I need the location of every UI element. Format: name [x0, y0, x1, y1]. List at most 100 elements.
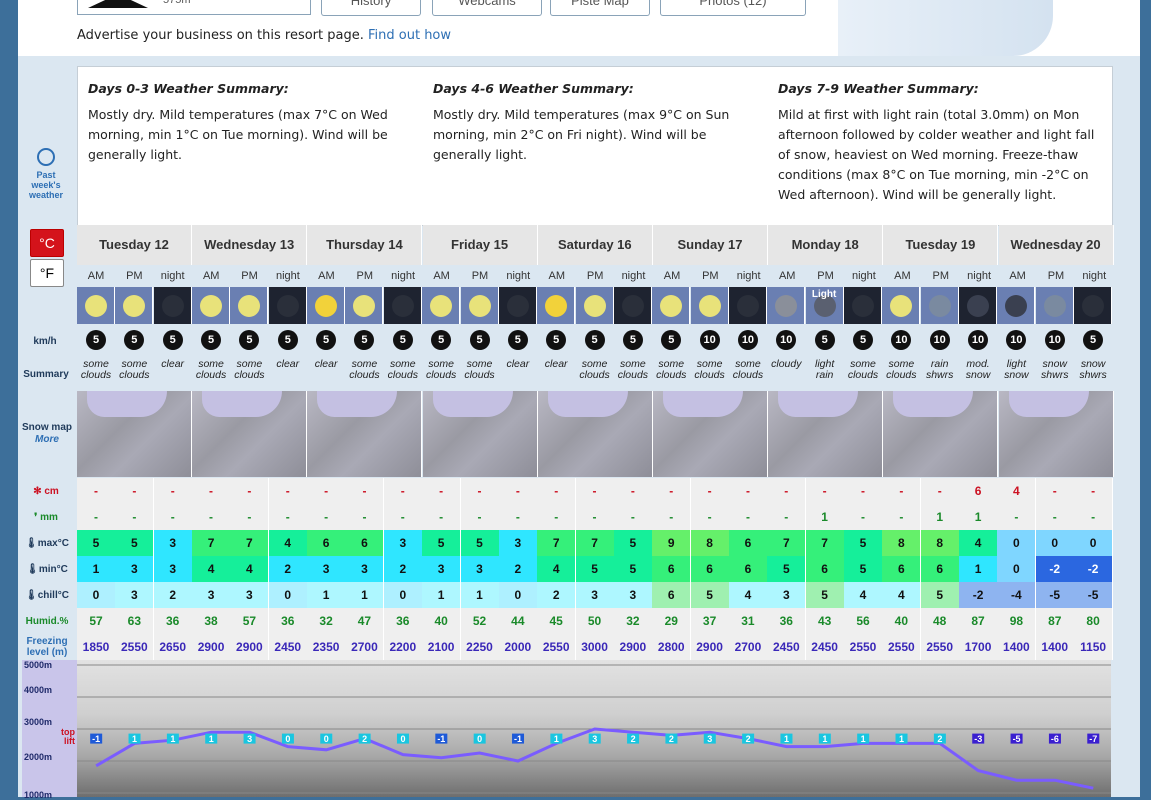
weather-summary: some clouds	[349, 358, 380, 381]
fahrenheit-toggle[interactable]: °F	[30, 259, 64, 287]
max-temp-value: 8	[882, 530, 922, 556]
snow-map-thumbnail[interactable]	[537, 391, 653, 477]
freezing-level-value: 2250	[460, 634, 500, 660]
summary-title: Days 0-3 Weather Summary:	[88, 81, 289, 96]
max-temp-value: 6	[307, 530, 347, 556]
altitude-box: 575m	[77, 0, 311, 15]
weather-summary: some clouds	[195, 358, 227, 381]
snow-map-label: Snow map	[21, 422, 72, 433]
wind-speed: 5	[162, 330, 183, 350]
sun-cloud-icon	[200, 295, 223, 317]
summary-days-7-9: Days 7-9 Weather Summary: Mild at first …	[778, 79, 1108, 205]
weather-summary-box: Days 0-3 Weather Summary: Mostly dry. Mi…	[77, 66, 1113, 226]
altitude-label: 575m	[163, 0, 191, 6]
clock-icon	[37, 148, 55, 166]
rain-mm-value: -	[997, 504, 1037, 530]
wind-indicator: 10	[997, 327, 1035, 353]
max-temp-value: 3	[153, 530, 193, 556]
weather-summary: rain shwrs	[925, 358, 954, 381]
day-header: Sunday 17	[653, 225, 768, 265]
sun-cloud-icon	[161, 295, 184, 317]
period-label: PM	[932, 270, 950, 282]
altitude-axis: 5000m 4000m 3000m top lift 2000m 1000m	[22, 660, 77, 800]
advert: Advertise your business on this resort p…	[77, 28, 451, 43]
top-lift-temp: 0	[477, 734, 482, 744]
min-temp-value: 5	[575, 556, 615, 582]
period-label: night	[967, 270, 992, 282]
weather-summary: clear	[276, 358, 300, 370]
humidity-value: 44	[498, 608, 538, 634]
rain-mm-value: 1	[959, 504, 999, 530]
celsius-toggle[interactable]: °C	[30, 229, 64, 257]
wind-speed: 5	[277, 330, 298, 350]
chill-temp-value: 3	[115, 582, 155, 608]
snow-map-thumbnail[interactable]	[192, 391, 308, 477]
sun-cloud-icon	[660, 295, 683, 317]
sun-cloud-icon	[698, 295, 721, 317]
snow-cm-value: -	[575, 478, 615, 504]
snow-cover-overlay	[778, 391, 859, 417]
decorative-building-image	[838, 0, 1053, 56]
past-weather-link[interactable]: Past week's weather	[24, 148, 68, 200]
min-temp-value: 1	[77, 556, 116, 582]
top-lift-temp: 1	[899, 734, 904, 744]
wind-speed: 5	[316, 330, 337, 350]
humidity-value: 32	[307, 608, 347, 634]
tab-photos[interactable]: Photos (12)	[660, 0, 806, 16]
wind-indicator: 10	[921, 327, 959, 353]
wind-indicator: 10	[691, 327, 729, 353]
top-lift-temp: 2	[669, 734, 674, 744]
snow-map-thumbnail[interactable]	[653, 391, 768, 477]
humidity-value: 57	[77, 608, 116, 634]
wind-speed: 5	[584, 330, 605, 350]
weather-summary: some clouds	[732, 358, 764, 381]
tab-piste-map[interactable]: Piste Map	[550, 0, 650, 16]
snow-map-thumbnail[interactable]	[422, 391, 538, 477]
period-label: PM	[586, 270, 604, 282]
rain-mm-value: -	[307, 504, 347, 530]
tab-history[interactable]: History	[321, 0, 421, 16]
freezing-level-value: 1400	[1035, 634, 1075, 660]
rain-mm-value: -	[192, 504, 232, 530]
thermometer-icon: 🌡	[26, 564, 39, 575]
snow-map-thumbnail[interactable]	[768, 391, 884, 477]
weather-icon	[882, 287, 921, 324]
snow-cm-unit: cm	[44, 486, 59, 497]
snow-cm-value: -	[920, 478, 960, 504]
wind-indicator: 10	[959, 327, 997, 353]
freezing-level-value: 2550	[537, 634, 577, 660]
top-lift-temp: 1	[132, 734, 137, 744]
wind-indicator: 5	[384, 327, 422, 353]
weather-summary: some clouds	[694, 358, 725, 381]
summary-text: Mostly dry. Mild temperatures (max 7°C o…	[88, 107, 388, 162]
max-temp-value: 0	[1035, 530, 1075, 556]
snow-map-more-link[interactable]: More	[20, 434, 74, 445]
freezing-level-value: 2450	[767, 634, 807, 660]
min-temp-value: 4	[537, 556, 577, 582]
snow-map-thumbnail[interactable]	[998, 391, 1114, 477]
sun-cloud-icon	[506, 295, 529, 317]
period-label: PM	[241, 270, 258, 282]
freezing-level-value: 2900	[230, 634, 270, 660]
snow-cm-value: -	[383, 478, 423, 504]
top-lift-temp: 2	[362, 734, 367, 744]
rain-mm-label: ❜ mm	[24, 512, 68, 523]
snow-cover-overlay	[317, 391, 398, 417]
freezing-level-value: 2450	[805, 634, 845, 660]
humidity-value: 48	[920, 608, 960, 634]
snow-cm-value: -	[307, 478, 347, 504]
advert-link[interactable]: Find out how	[368, 28, 451, 43]
wind-speed: 10	[699, 330, 720, 350]
snow-map-thumbnail[interactable]	[307, 391, 423, 477]
freezing-level-value: 1850	[77, 634, 116, 660]
period-label: AM	[1009, 270, 1026, 282]
weather-summary: some clouds	[387, 358, 418, 381]
humidity-value: 40	[882, 608, 922, 634]
tab-webcams[interactable]: Webcams	[432, 0, 542, 16]
snow-map-thumbnail[interactable]	[77, 391, 192, 477]
humidity-value: 36	[268, 608, 308, 634]
snow-map-thumbnail[interactable]	[883, 391, 999, 477]
max-temp-value: 6	[728, 530, 768, 556]
snow-cm-value: -	[268, 478, 308, 504]
humidity-value: 63	[115, 608, 155, 634]
